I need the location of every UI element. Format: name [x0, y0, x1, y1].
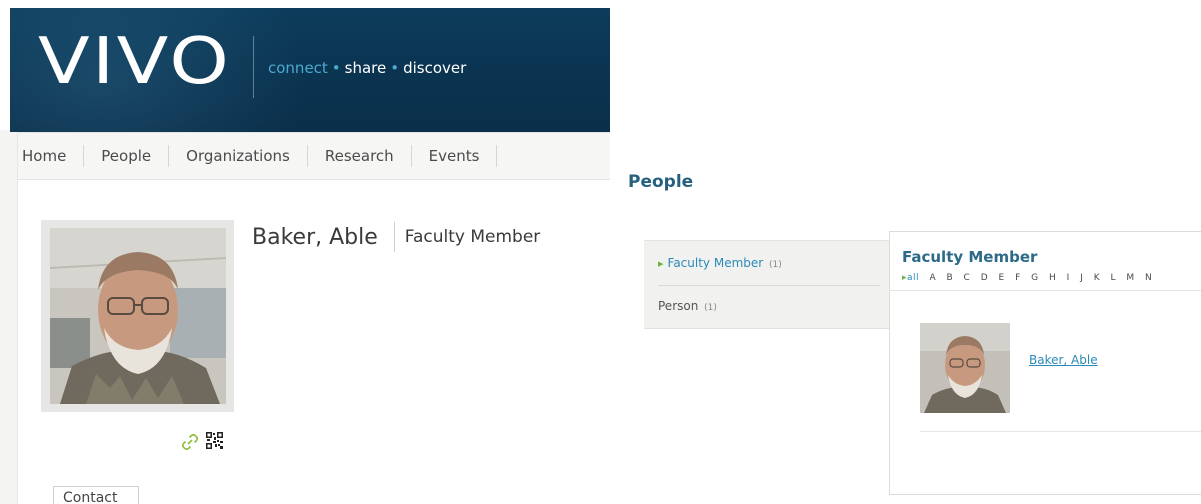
- profile-page: VIVO connect • share • discover Home People …: [0, 0, 610, 504]
- people-heading: People: [628, 172, 694, 192]
- alpha-letter[interactable]: G: [1031, 273, 1038, 283]
- class-label: Faculty Member: [667, 256, 764, 270]
- alpha-letter[interactable]: J: [1080, 273, 1083, 283]
- individuals-panel: Faculty Member ▸all A B C D E F G H I J …: [889, 231, 1201, 495]
- site-banner: VIVO connect • share • discover: [10, 8, 610, 132]
- tagline-discover: discover: [403, 59, 467, 77]
- results-divider: [890, 290, 1201, 291]
- tagline-share: share: [344, 59, 387, 77]
- alpha-letter[interactable]: E: [999, 273, 1005, 283]
- alpha-letter[interactable]: B: [946, 273, 953, 283]
- alpha-letter[interactable]: K: [1094, 273, 1100, 283]
- name-separator: [393, 222, 395, 252]
- result-thumbnail[interactable]: [920, 323, 1010, 413]
- nav-people[interactable]: People: [84, 145, 170, 167]
- logo-divider: [253, 36, 254, 98]
- alpha-letter[interactable]: M: [1126, 273, 1134, 283]
- site-logo[interactable]: VIVO: [38, 30, 231, 94]
- tagline-connect: connect: [268, 59, 328, 77]
- alpha-all[interactable]: all: [907, 273, 919, 283]
- link-icon[interactable]: [181, 433, 199, 451]
- alpha-index: ▸all A B C D E F G H I J K L M N: [902, 273, 1159, 283]
- page-side-border: [0, 130, 18, 504]
- nav-research[interactable]: Research: [308, 145, 412, 167]
- tagline-dot: •: [390, 59, 400, 77]
- alpha-letter[interactable]: F: [1015, 273, 1021, 283]
- alpha-letter[interactable]: I: [1067, 273, 1070, 283]
- class-group-list: ▸ Faculty Member (1) Person (1): [644, 240, 890, 329]
- selected-arrow-icon: ▸: [658, 257, 664, 270]
- main-nav: Home People Organizations Research Event…: [18, 132, 610, 180]
- contact-tab[interactable]: Contact: [53, 486, 139, 504]
- alpha-letter[interactable]: A: [929, 273, 936, 283]
- class-item-person[interactable]: Person (1): [658, 299, 717, 313]
- class-label: Person: [658, 299, 699, 313]
- class-divider: [658, 285, 880, 286]
- class-count: (1): [704, 303, 717, 313]
- class-count: (1): [769, 260, 782, 270]
- nav-home[interactable]: Home: [18, 145, 85, 167]
- profile-type: Faculty Member: [404, 227, 541, 247]
- site-tagline: connect • share • discover: [268, 59, 466, 77]
- nav-organizations[interactable]: Organizations: [169, 145, 308, 167]
- alpha-letter[interactable]: H: [1049, 273, 1056, 283]
- result-link-baker-able[interactable]: Baker, Able: [1029, 353, 1098, 367]
- tagline-dot: •: [331, 59, 341, 77]
- profile-photo[interactable]: [50, 228, 226, 404]
- profile-name-block: Baker, Able Faculty Member: [252, 222, 540, 252]
- result-divider: [920, 431, 1201, 432]
- alpha-letter[interactable]: L: [1111, 273, 1117, 283]
- alpha-letter[interactable]: D: [981, 273, 988, 283]
- class-item-faculty-member[interactable]: ▸ Faculty Member (1): [658, 256, 782, 270]
- results-title: Faculty Member: [902, 248, 1038, 266]
- alpha-letter[interactable]: C: [964, 273, 971, 283]
- qr-code-icon[interactable]: [206, 432, 223, 449]
- alpha-letter[interactable]: N: [1145, 273, 1152, 283]
- nav-events[interactable]: Events: [412, 145, 498, 167]
- profile-name: Baker, Able: [252, 224, 378, 250]
